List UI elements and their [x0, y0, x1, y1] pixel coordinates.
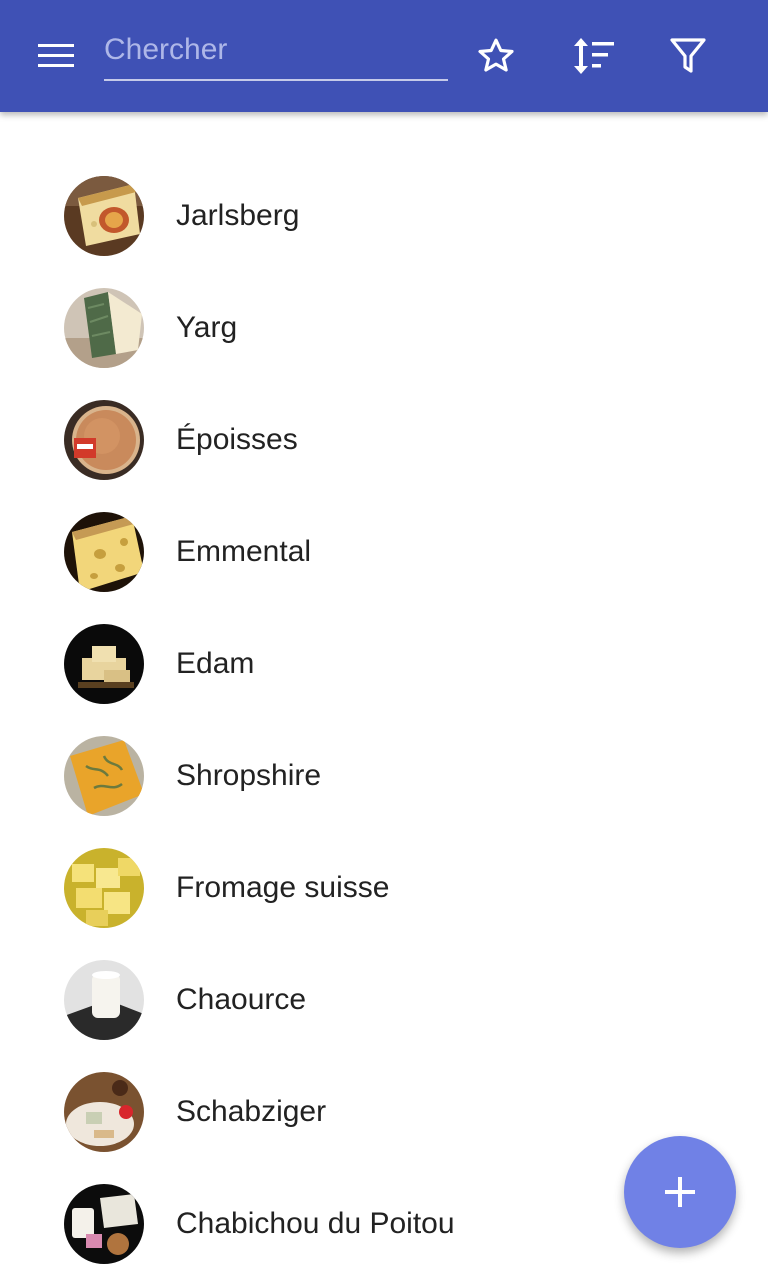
cheese-edam-photo	[64, 624, 144, 704]
menu-button[interactable]	[24, 32, 88, 80]
search-underline	[104, 79, 448, 81]
plus-icon	[665, 1177, 695, 1207]
cheese-name: Époisses	[176, 423, 298, 456]
list-item[interactable]: Shropshire	[0, 720, 768, 832]
favorites-button[interactable]	[468, 28, 524, 84]
list-item[interactable]: Yarg	[0, 272, 768, 384]
cheese-list: Jarlsberg Yarg Époisses Emmental Edam Sh…	[0, 160, 768, 1280]
cheese-name: Schabziger	[176, 1095, 327, 1128]
list-item[interactable]: Chaource	[0, 944, 768, 1056]
filter-icon	[670, 38, 706, 73]
list-item[interactable]: Edam	[0, 608, 768, 720]
cheese-fromage-suisse-photo	[64, 848, 144, 928]
cheese-name: Chabichou du Poitou	[176, 1207, 455, 1240]
list-item[interactable]: Époisses	[0, 384, 768, 496]
list-item[interactable]: Emmental	[0, 496, 768, 608]
star-outline-icon	[478, 38, 514, 72]
filter-button[interactable]	[660, 28, 716, 84]
sort-button[interactable]	[564, 28, 620, 84]
cheese-name: Chaource	[176, 983, 307, 1016]
cheese-name: Jarlsberg	[176, 199, 300, 232]
cheese-schabziger-photo	[64, 1072, 144, 1152]
cheese-name: Fromage suisse	[176, 871, 390, 904]
search-field	[104, 22, 448, 82]
cheese-chabichou-photo	[64, 1184, 144, 1264]
app-bar	[0, 0, 768, 112]
cheese-shropshire-photo	[64, 736, 144, 816]
cheese-name: Emmental	[176, 535, 312, 568]
sort-icon	[574, 38, 614, 74]
cheese-name: Shropshire	[176, 759, 322, 792]
cheese-chaource-photo	[64, 960, 144, 1040]
search-input[interactable]	[104, 22, 448, 78]
list-item[interactable]: Jarlsberg	[0, 160, 768, 272]
cheese-epoisses-photo	[64, 400, 144, 480]
cheese-emmental-photo	[64, 512, 144, 592]
menu-icon	[38, 44, 74, 67]
cheese-jarlsberg-photo	[64, 176, 144, 256]
cheese-yarg-photo	[64, 288, 144, 368]
cheese-name: Yarg	[176, 311, 238, 344]
list-item[interactable]: Fromage suisse	[0, 832, 768, 944]
add-cheese-button[interactable]	[624, 1136, 736, 1248]
cheese-name: Edam	[176, 647, 255, 680]
